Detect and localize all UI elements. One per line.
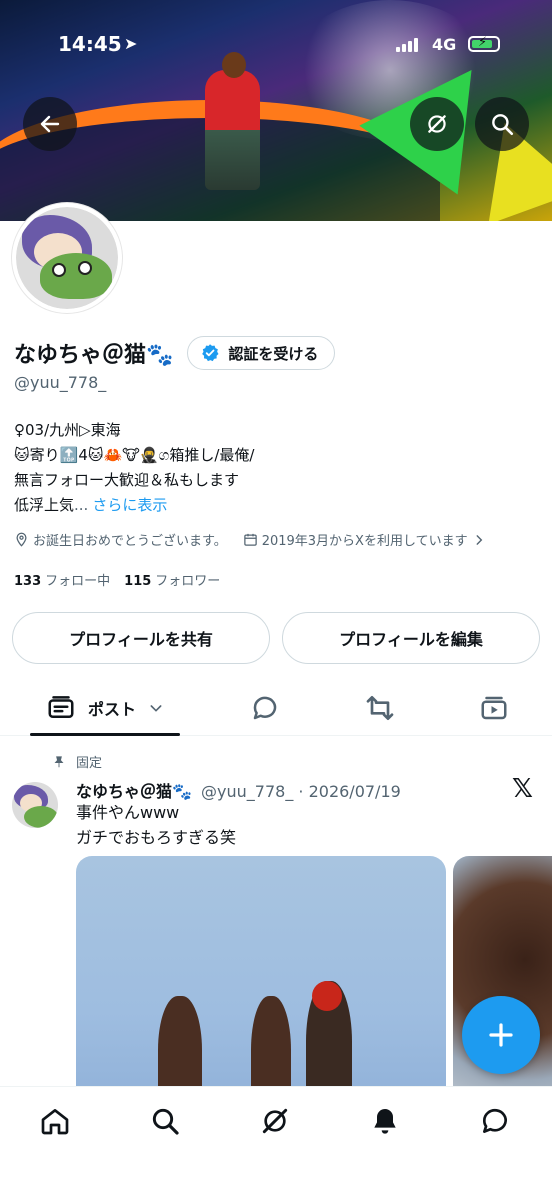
verified-badge-icon bbox=[202, 344, 219, 362]
compose-button[interactable] bbox=[462, 996, 540, 1074]
posts-icon bbox=[48, 696, 74, 718]
network-label: 4G bbox=[432, 35, 457, 54]
profile-tabs: ポスト bbox=[0, 680, 552, 736]
grok-button[interactable] bbox=[410, 97, 464, 151]
display-name: なゆちゃ＠猫🐾 bbox=[14, 343, 174, 368]
follow-stats: 133 フォロー中 115 フォロワー bbox=[14, 570, 220, 589]
nav-notifications[interactable] bbox=[365, 1101, 405, 1141]
grok-icon bbox=[428, 115, 446, 133]
grok-icon bbox=[262, 1108, 288, 1134]
show-more-link[interactable]: さらに表示 bbox=[92, 496, 167, 514]
bio-line: 無言フォロー大歓迎＆私もします bbox=[14, 471, 240, 489]
messages-icon bbox=[482, 1108, 507, 1133]
post-line: ガチでおもろすぎる笑 bbox=[76, 828, 237, 847]
location-pin-icon bbox=[16, 532, 27, 547]
post-media-image[interactable] bbox=[76, 856, 446, 1116]
bio-line: 🐱寄り🔝4🐱🦀🐮🥷ග箱推し/最俺/ bbox=[14, 446, 255, 464]
profile-avatar[interactable] bbox=[12, 203, 122, 313]
nav-grok[interactable] bbox=[255, 1101, 295, 1141]
pin-icon bbox=[54, 755, 64, 767]
pinned-label-row: 固定 bbox=[52, 752, 102, 771]
nav-home[interactable] bbox=[35, 1101, 75, 1141]
status-bar: 14:45 ➤ 4G ⚡ bbox=[0, 32, 552, 60]
tab-reposts[interactable] bbox=[355, 680, 405, 736]
active-tab-indicator bbox=[30, 733, 180, 736]
post-header: なゆちゃ＠猫🐾 @yuu_778_ · 2026/07/19 bbox=[76, 778, 401, 802]
birthday-text: お誕生日おめでとうございます。 bbox=[33, 534, 227, 549]
post-line: 事件やんwww bbox=[76, 803, 180, 822]
edit-profile-button[interactable]: プロフィールを編集 bbox=[282, 612, 540, 664]
tab-posts-label: ポスト bbox=[87, 700, 136, 719]
following-link[interactable]: 133 フォロー中 bbox=[14, 570, 110, 589]
location-arrow-icon: ➤ bbox=[124, 34, 138, 53]
puppet-head bbox=[312, 981, 342, 1011]
post-text: 事件やんwww ガチでおもろすぎる笑 bbox=[76, 800, 236, 850]
name-row: なゆちゃ＠猫🐾 認証を受ける bbox=[14, 336, 336, 370]
tab-posts[interactable]: ポスト bbox=[30, 680, 180, 736]
calendar-icon bbox=[243, 533, 257, 546]
tab-media[interactable] bbox=[469, 680, 519, 736]
home-icon bbox=[41, 1109, 69, 1135]
post-author-name[interactable]: なゆちゃ＠猫🐾 bbox=[76, 782, 192, 801]
get-verified-button[interactable]: 認証を受ける bbox=[187, 336, 336, 370]
search-icon bbox=[152, 1108, 179, 1135]
pinned-label: 固定 bbox=[76, 756, 103, 771]
media-icon bbox=[481, 696, 507, 720]
x-logo-icon: 𝕏 bbox=[512, 774, 533, 804]
nav-search[interactable] bbox=[145, 1101, 185, 1141]
bottom-navigation bbox=[0, 1086, 552, 1200]
battery-icon: ⚡ bbox=[468, 35, 500, 52]
chevron-down-icon bbox=[150, 705, 162, 712]
share-profile-button[interactable]: プロフィールを共有 bbox=[12, 612, 270, 664]
joined-date: 2019年3月からXを利用しています bbox=[261, 534, 468, 549]
user-handle: @yuu_778_ bbox=[14, 373, 107, 392]
search-icon bbox=[492, 114, 514, 136]
back-arrow-icon bbox=[40, 115, 60, 133]
post-author-avatar[interactable] bbox=[12, 782, 58, 828]
plus-icon bbox=[489, 1023, 513, 1047]
signal-icon bbox=[396, 38, 418, 52]
reply-icon bbox=[253, 696, 277, 720]
get-verified-label: 認証を受ける bbox=[228, 344, 319, 363]
profile-meta: お誕生日おめでとうございます。 2019年3月からXを利用しています bbox=[14, 530, 486, 549]
bio-ellipsis: ... bbox=[74, 496, 89, 514]
bio-line-last: 低浮上気... さらに表示 bbox=[14, 496, 168, 514]
bio-line: ♀03/九州▷東海 bbox=[14, 421, 121, 439]
chevron-right-icon[interactable] bbox=[472, 533, 486, 547]
search-button[interactable] bbox=[475, 97, 529, 151]
notifications-icon bbox=[374, 1109, 396, 1134]
tab-replies[interactable] bbox=[240, 680, 290, 736]
banner-performer bbox=[205, 70, 260, 190]
back-button[interactable] bbox=[23, 97, 77, 151]
post-meta: @yuu_778_ · 2026/07/19 bbox=[201, 782, 401, 801]
nav-messages[interactable] bbox=[475, 1101, 515, 1141]
profile-bio: ♀03/九州▷東海 🐱寄り🔝4🐱🦀🐮🥷ග箱推し/最俺/ 無言フォロー大歓迎＆私も… bbox=[14, 418, 254, 518]
followers-link[interactable]: 115 フォロワー bbox=[124, 570, 220, 589]
repost-icon bbox=[366, 696, 394, 720]
post-media-image[interactable] bbox=[453, 856, 552, 1116]
status-time: 14:45 bbox=[58, 32, 122, 56]
